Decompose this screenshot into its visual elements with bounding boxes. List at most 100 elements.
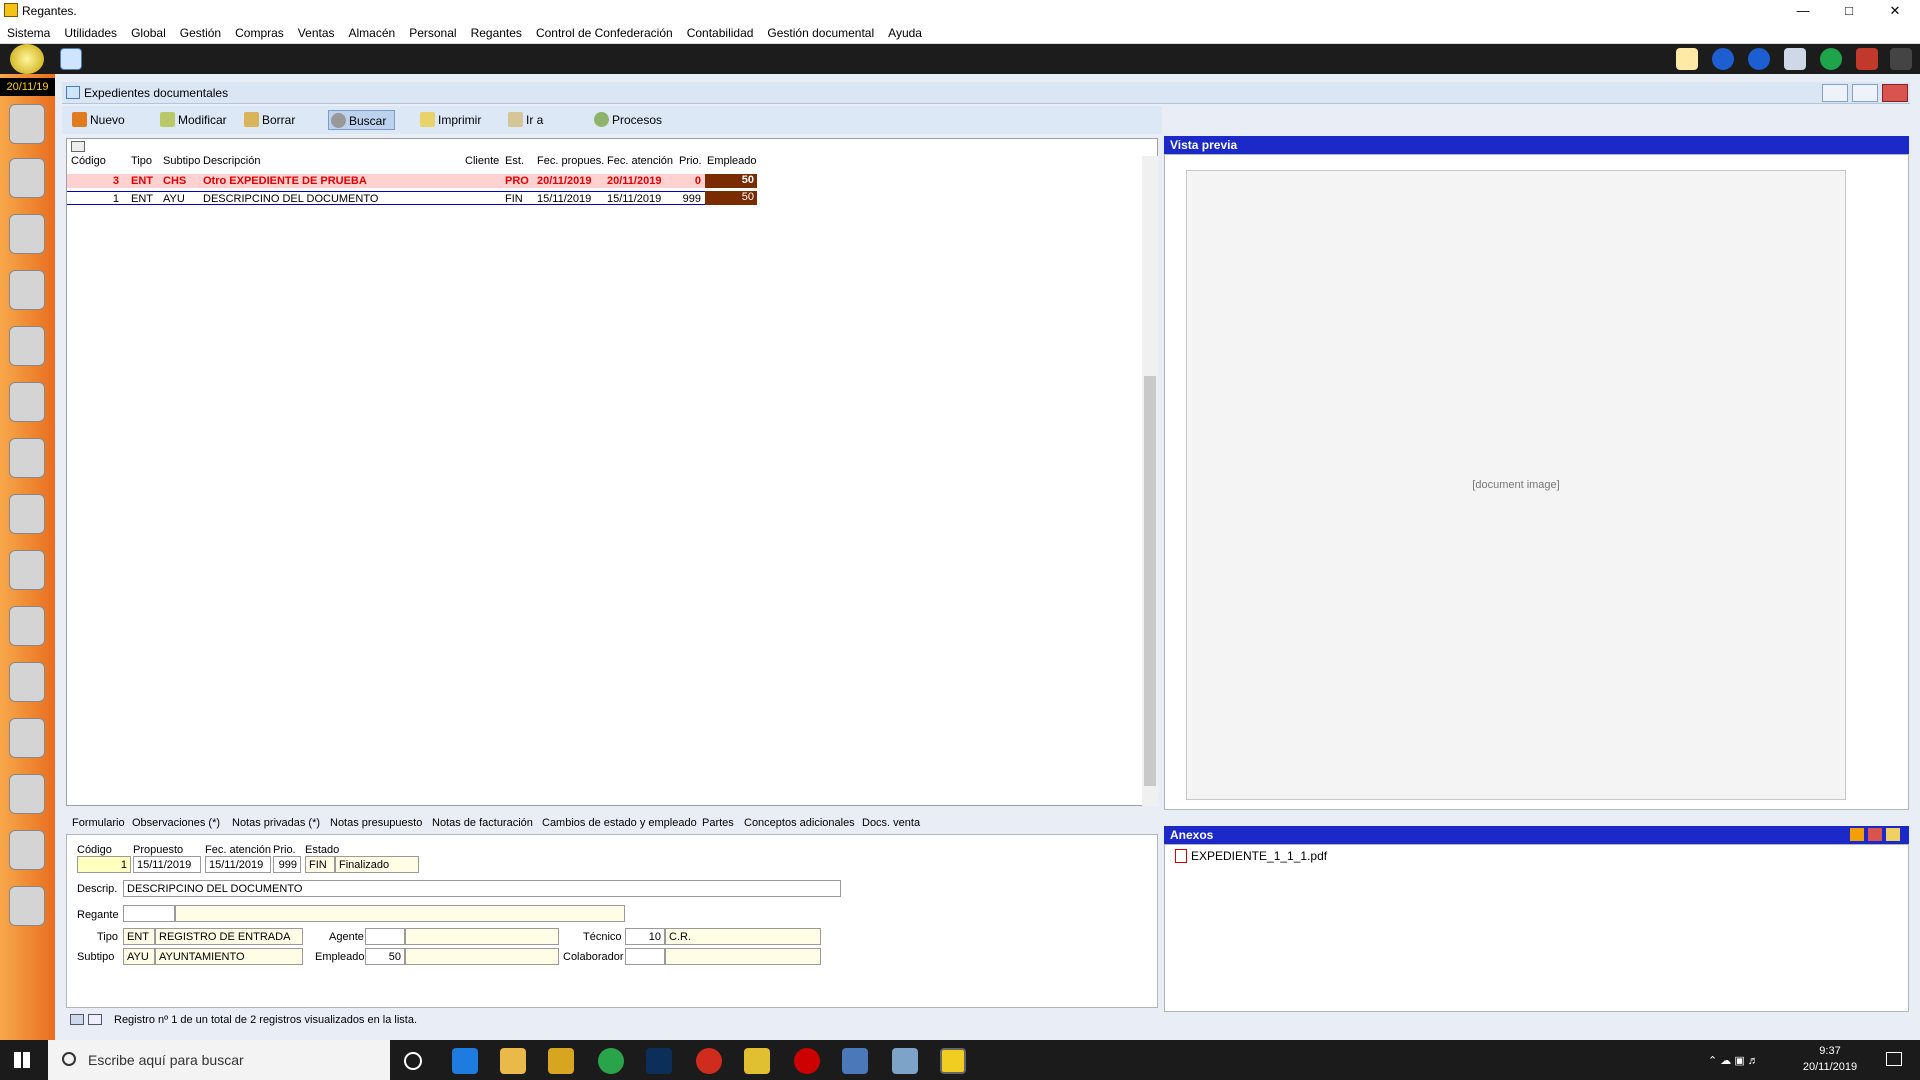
propuesto-field[interactable]: 15/11/2019 bbox=[133, 856, 201, 873]
menu-gestion[interactable]: Gestión bbox=[173, 22, 228, 40]
regantes-app-icon[interactable] bbox=[940, 1048, 966, 1074]
tecnico-code-field[interactable]: 10 bbox=[625, 928, 665, 945]
chevron-up-icon[interactable] bbox=[88, 1014, 102, 1025]
minimize-button[interactable]: — bbox=[1780, 0, 1826, 22]
child-minimize-button[interactable] bbox=[1822, 84, 1848, 102]
empleado-name-field[interactable] bbox=[405, 948, 559, 965]
estado-code-field[interactable]: FIN bbox=[305, 856, 335, 873]
goto-button[interactable]: Ir a bbox=[506, 110, 547, 130]
task-view-icon[interactable] bbox=[404, 1052, 422, 1070]
window-icon[interactable] bbox=[60, 48, 82, 70]
user-a-icon[interactable] bbox=[9, 158, 45, 198]
folder-icon[interactable] bbox=[1886, 828, 1900, 841]
menu-global[interactable]: Global bbox=[124, 22, 173, 40]
windows-start-icon[interactable] bbox=[14, 1052, 30, 1068]
tools-book-icon[interactable] bbox=[9, 382, 45, 422]
agente-name-field[interactable] bbox=[405, 928, 559, 945]
menu-sistema[interactable]: Sistema bbox=[0, 22, 57, 40]
tab-docs-venta[interactable]: Docs. venta bbox=[862, 817, 920, 829]
delete-icon[interactable] bbox=[1868, 828, 1882, 841]
colaborador-name-field[interactable] bbox=[665, 948, 821, 965]
fec-atencion-field[interactable]: 15/11/2019 bbox=[205, 856, 271, 873]
user-2-icon[interactable] bbox=[9, 270, 45, 310]
notifications-icon[interactable] bbox=[1886, 1052, 1902, 1066]
agente-code-field[interactable] bbox=[365, 928, 405, 945]
pen-icon[interactable] bbox=[9, 494, 45, 534]
empleado-code-field[interactable]: 50 bbox=[365, 948, 405, 965]
attachment-file[interactable]: EXPEDIENTE_1_1_1.pdf bbox=[1191, 849, 1327, 863]
file-explorer-icon[interactable] bbox=[500, 1048, 526, 1074]
menu-gestion-documental[interactable]: Gestión documental bbox=[760, 22, 881, 40]
subtipo-name-field[interactable]: AYUNTAMIENTO bbox=[155, 948, 303, 965]
col-cliente[interactable]: Cliente bbox=[465, 155, 499, 167]
subtipo-code-field[interactable]: AYU bbox=[123, 948, 155, 965]
tab-partes[interactable]: Partes bbox=[702, 817, 734, 829]
col-codigo[interactable]: Código bbox=[71, 155, 106, 167]
box-green-2-icon[interactable] bbox=[9, 662, 45, 702]
ledger-icon[interactable] bbox=[9, 830, 45, 870]
rx-icon[interactable] bbox=[794, 1048, 820, 1074]
menu-contabilidad[interactable]: Contabilidad bbox=[680, 22, 761, 40]
col-tipo[interactable]: Tipo bbox=[131, 155, 152, 167]
menu-control-confederacion[interactable]: Control de Confederación bbox=[529, 22, 680, 40]
window-app-icon[interactable] bbox=[842, 1048, 868, 1074]
menu-almacen[interactable]: Almacén bbox=[342, 22, 403, 40]
colaborador-code-field[interactable] bbox=[625, 948, 665, 965]
new-button[interactable]: Nuevo bbox=[70, 110, 129, 130]
menu-ayuda[interactable]: Ayuda bbox=[881, 22, 929, 40]
app-yellow-icon[interactable] bbox=[744, 1048, 770, 1074]
ledger-2-icon[interactable] bbox=[9, 886, 45, 926]
col-prio[interactable]: Prio. bbox=[679, 155, 702, 167]
document-preview-image[interactable]: [document image] bbox=[1186, 170, 1846, 800]
tab-notas-facturacion[interactable]: Notas de facturación bbox=[432, 817, 533, 829]
back-arrow-icon[interactable] bbox=[1712, 48, 1734, 70]
folder-f-icon[interactable] bbox=[9, 438, 45, 478]
box-green-icon[interactable] bbox=[9, 606, 45, 646]
folder-icon[interactable] bbox=[548, 1048, 574, 1074]
close-window-icon[interactable] bbox=[1856, 48, 1878, 70]
table-row[interactable]: 1 ENT AYU DESCRIPCINO DEL DOCUMENTO FIN … bbox=[67, 191, 757, 205]
child-close-button[interactable] bbox=[1882, 84, 1908, 102]
menu-regantes[interactable]: Regantes bbox=[464, 22, 529, 40]
menu-compras[interactable]: Compras bbox=[228, 22, 291, 40]
delete-button[interactable]: Borrar bbox=[242, 110, 299, 130]
menu-ventas[interactable]: Ventas bbox=[291, 22, 342, 40]
prio-field[interactable]: 999 bbox=[273, 856, 301, 873]
tools-icon[interactable] bbox=[1890, 48, 1912, 70]
tipo-code-field[interactable]: ENT bbox=[123, 928, 155, 945]
mail-icon[interactable] bbox=[1676, 48, 1698, 70]
table-row[interactable]: 3 ENT CHS Otro EXPEDIENTE DE PRUEBA PRO … bbox=[67, 174, 757, 188]
col-empleado[interactable]: Empleado bbox=[707, 155, 757, 167]
add-icon[interactable] bbox=[1850, 828, 1864, 841]
taskbar-clock[interactable]: 9:37 20/11/2019 bbox=[1785, 1043, 1875, 1075]
tab-observaciones[interactable]: Observaciones (*) bbox=[132, 817, 220, 829]
codigo-field[interactable]: 1 bbox=[77, 856, 131, 873]
users-icon[interactable] bbox=[9, 104, 45, 144]
col-descripcion[interactable]: Descripción bbox=[203, 155, 260, 167]
menu-personal[interactable]: Personal bbox=[402, 22, 463, 40]
close-button[interactable]: ✕ bbox=[1872, 0, 1918, 22]
grid-config-icon[interactable] bbox=[71, 141, 85, 152]
col-fec-atencion[interactable]: Fec. atención bbox=[607, 155, 673, 167]
fc-icon[interactable] bbox=[9, 718, 45, 758]
col-subtipo[interactable]: Subtipo bbox=[163, 155, 200, 167]
modify-button[interactable]: Modificar bbox=[158, 110, 231, 130]
forward-arrow-icon[interactable] bbox=[1748, 48, 1770, 70]
user-icon[interactable] bbox=[9, 214, 45, 254]
tab-formulario[interactable]: Formulario bbox=[72, 817, 125, 829]
list-icon[interactable] bbox=[1784, 48, 1806, 70]
spa-icon[interactable] bbox=[9, 550, 45, 590]
taskbar-search-input[interactable]: Escribe aquí para buscar bbox=[48, 1040, 390, 1080]
photoshop-icon[interactable] bbox=[646, 1048, 672, 1074]
tab-notas-presupuesto[interactable]: Notas presupuesto bbox=[330, 817, 422, 829]
regante-code-field[interactable] bbox=[123, 905, 175, 922]
col-fec-propues[interactable]: Fec. propues. bbox=[537, 155, 604, 167]
database-icon[interactable] bbox=[9, 326, 45, 366]
tab-conceptos-adicionales[interactable]: Conceptos adicionales bbox=[744, 817, 855, 829]
processes-button[interactable]: Procesos bbox=[592, 110, 666, 130]
grid-scrollbar-thumb[interactable] bbox=[1144, 376, 1156, 786]
help-icon[interactable] bbox=[1820, 48, 1842, 70]
descripcion-field[interactable]: DESCRIPCINO DEL DOCUMENTO bbox=[123, 880, 841, 897]
col-estado[interactable]: Est. bbox=[505, 155, 524, 167]
box-orange-icon[interactable] bbox=[9, 774, 45, 814]
